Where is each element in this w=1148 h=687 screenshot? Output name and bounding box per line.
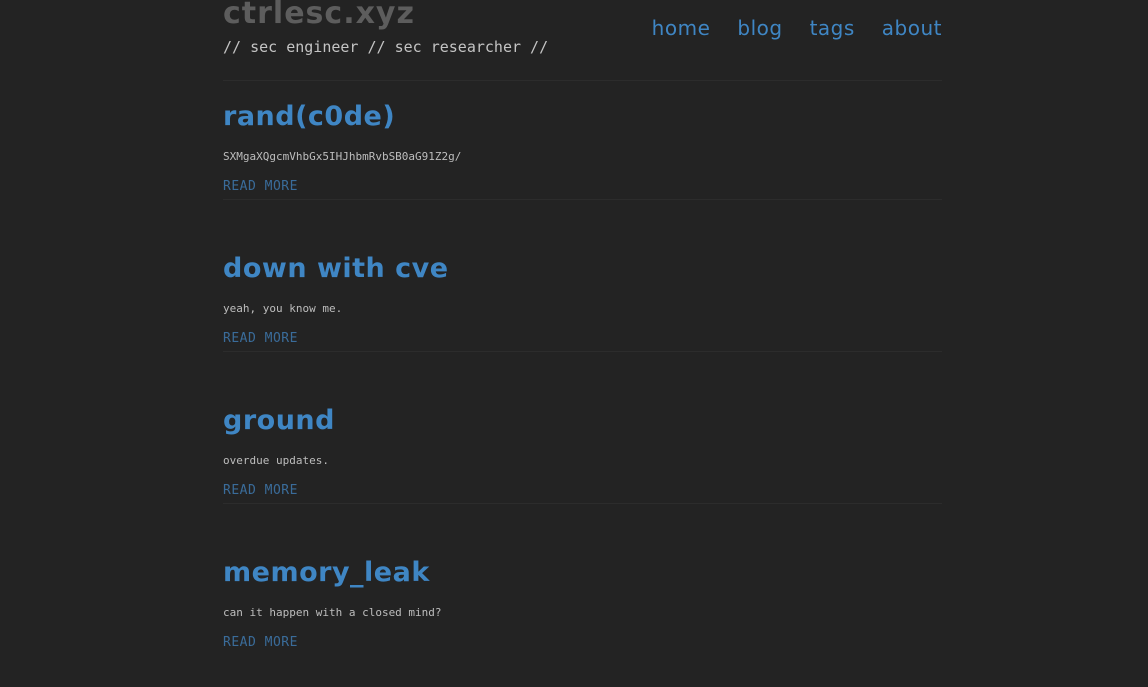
post-item: ground overdue updates. READ MORE [223,352,942,504]
read-more-link[interactable]: READ MORE [223,483,298,499]
nav-home-link[interactable]: home [652,15,711,41]
read-more-link[interactable]: READ MORE [223,179,298,195]
nav-about-link[interactable]: about [882,15,942,41]
post-list: rand(c0de) SXMgaXQgcmVhbGx5IHJhbmRvbSB0a… [223,48,942,655]
post-excerpt: can it happen with a closed mind? [223,606,442,619]
post-title-link[interactable]: down with cve [223,253,449,285]
post-item: rand(c0de) SXMgaXQgcmVhbGx5IHJhbmRvbSB0a… [223,48,942,200]
post-title-link[interactable]: ground [223,405,335,437]
post-excerpt: SXMgaXQgcmVhbGx5IHJhbmRvbSB0aG91Z2g/ [223,150,462,163]
post-title-link[interactable]: memory_leak [223,557,430,589]
nav-blog-link[interactable]: blog [737,15,782,41]
post-excerpt: yeah, you know me. [223,302,343,315]
main-nav: home blog tags about [652,15,942,41]
post-title-link[interactable]: rand(c0de) [223,101,395,133]
post-item: memory_leak can it happen with a closed … [223,504,942,655]
nav-tags-link[interactable]: tags [810,15,855,41]
post-item: down with cve yeah, you know me. READ MO… [223,200,942,352]
read-more-link[interactable]: READ MORE [223,635,298,651]
post-excerpt: overdue updates. [223,454,329,467]
read-more-link[interactable]: READ MORE [223,331,298,347]
site-title-link[interactable]: ctrlesc.xyz [223,0,415,34]
